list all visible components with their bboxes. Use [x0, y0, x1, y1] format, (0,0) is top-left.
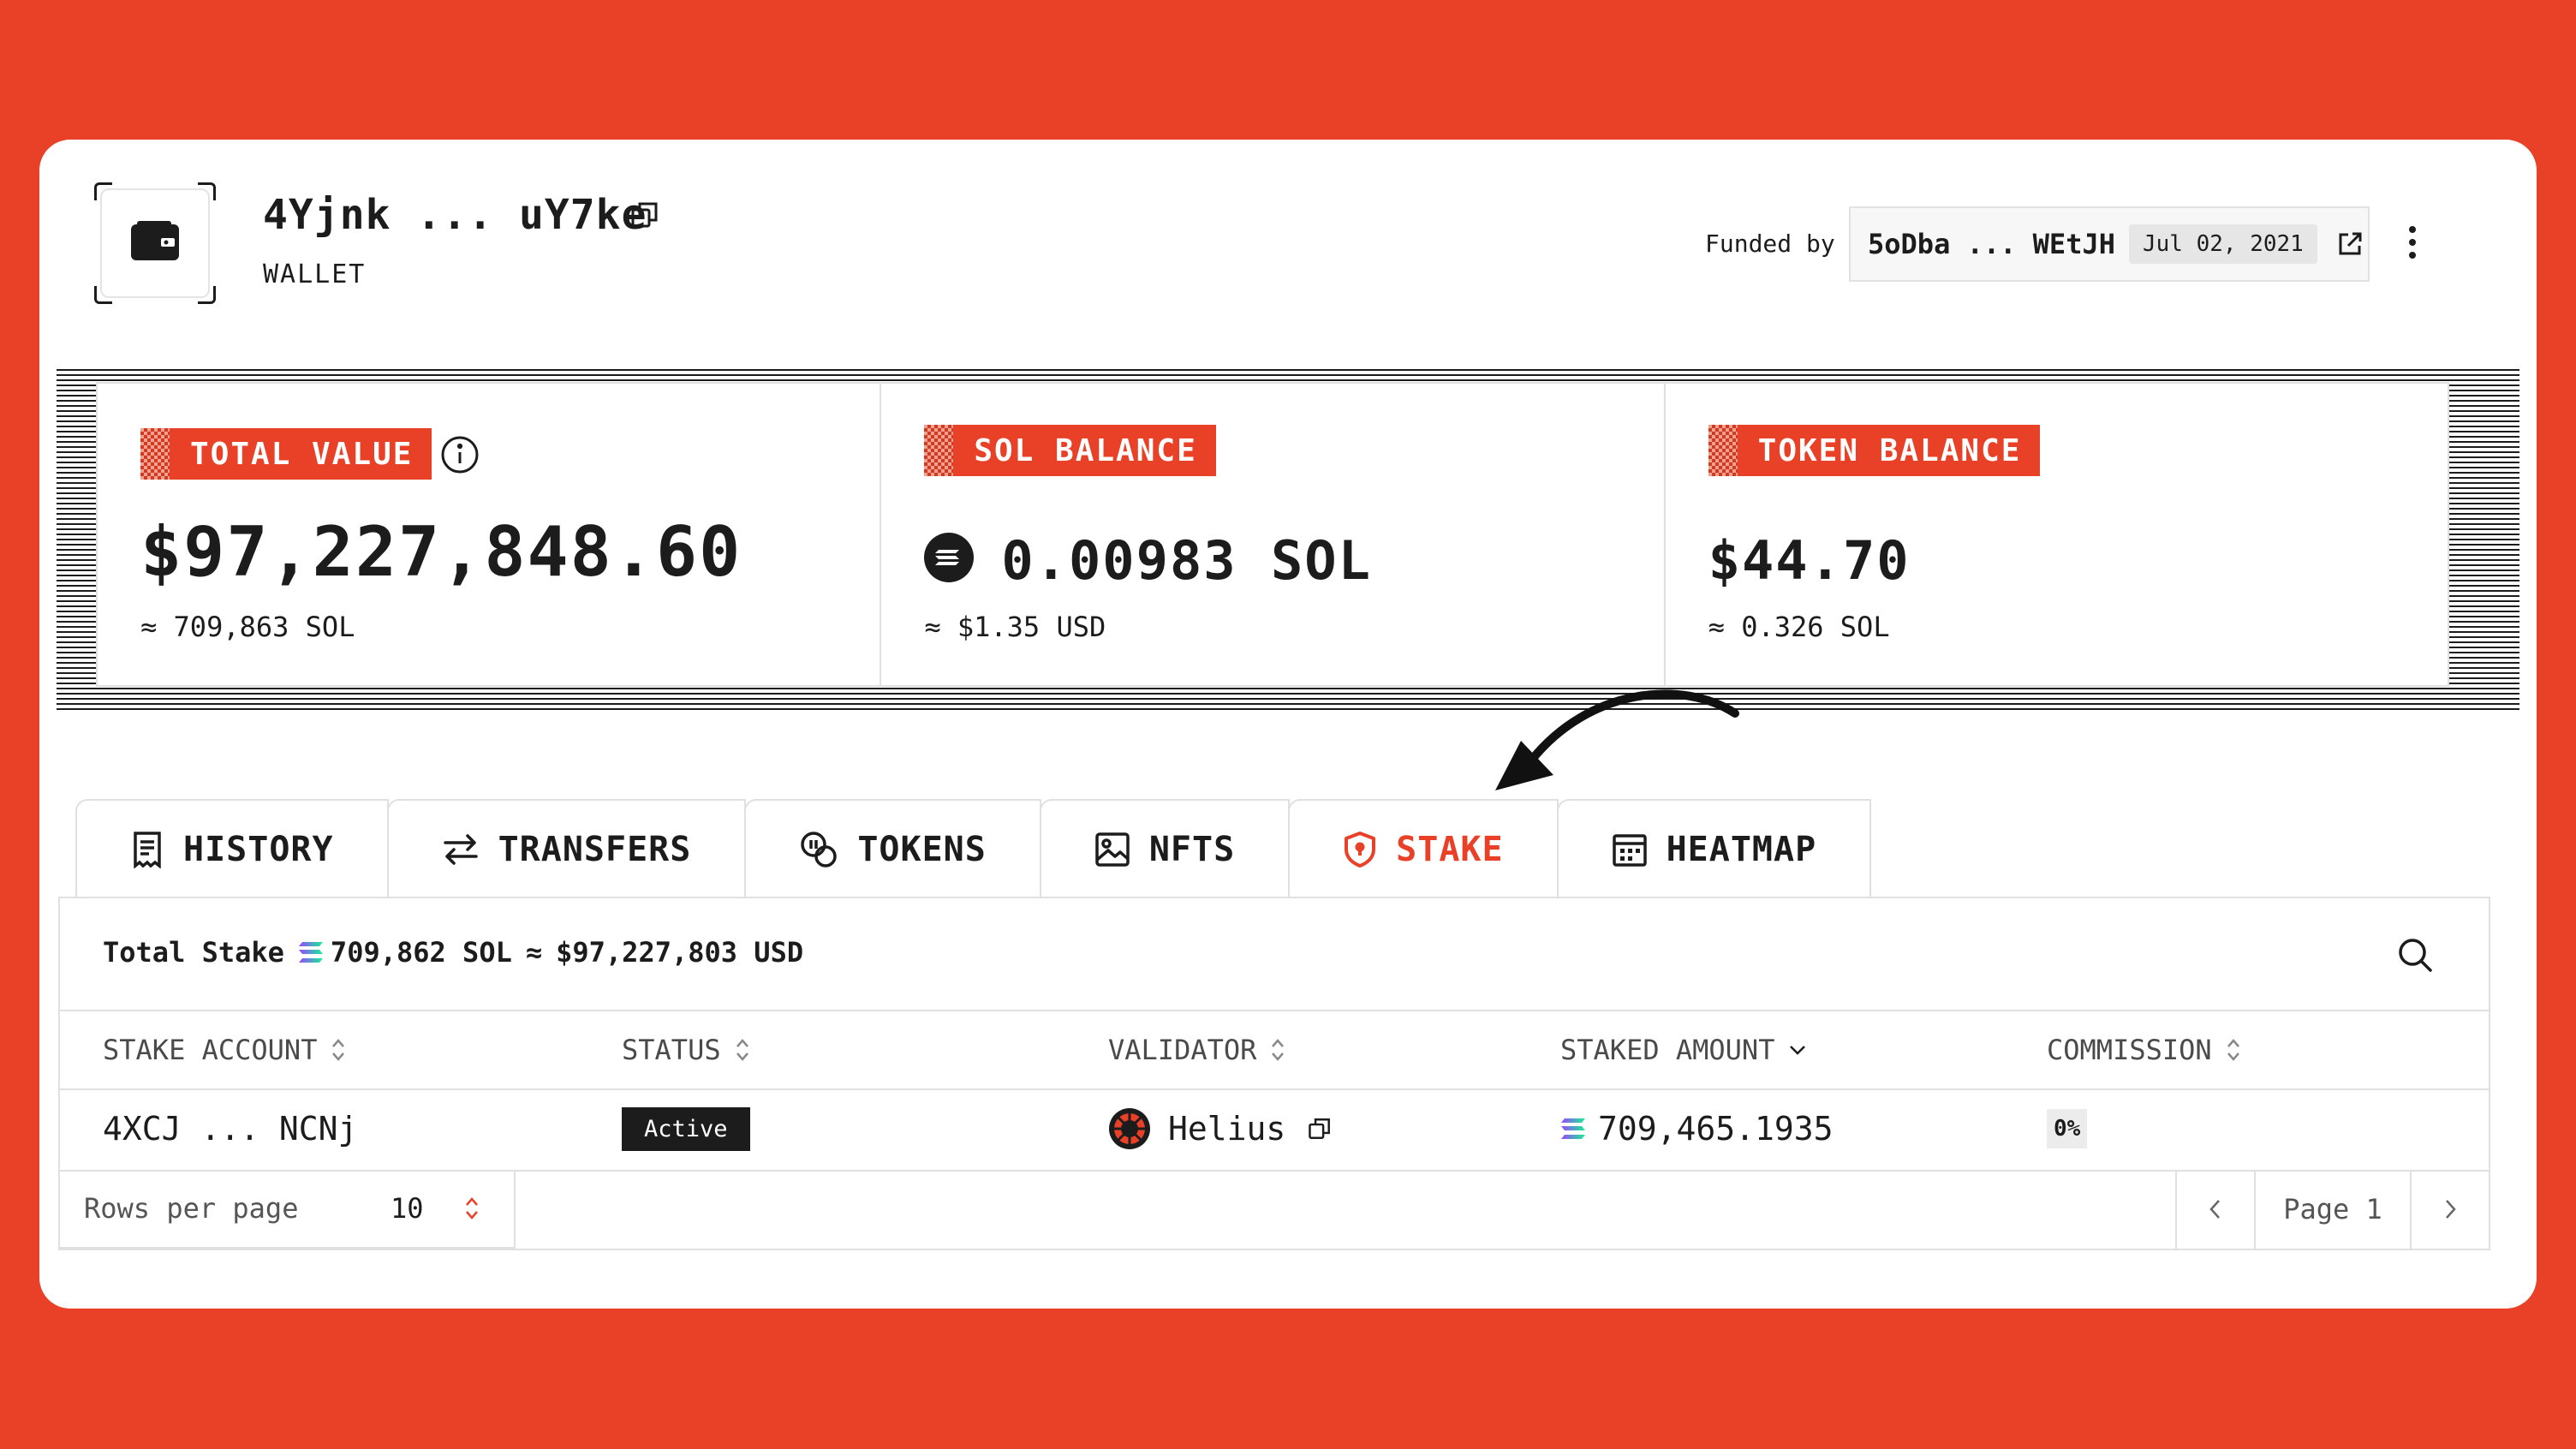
total-value-sol: ≈ 709,863 SOL	[140, 611, 355, 643]
validator-name: Helius	[1168, 1110, 1286, 1148]
column-staked-amount[interactable]: STAKED AMOUNT	[1560, 1034, 1807, 1066]
chevron-right-icon	[2446, 1200, 2456, 1219]
sol-balance-amount: 0.00983 SOL	[1001, 529, 1372, 592]
column-stake-account[interactable]: STAKE ACCOUNT	[103, 1034, 346, 1066]
receipt-icon	[130, 831, 164, 868]
stake-account-cell[interactable]: 4XCJ ... NCNj	[103, 1107, 357, 1150]
solana-icon	[924, 533, 975, 586]
stake-summary: Total Stake 709,862 SOL ≈ $97,227,803 US…	[60, 898, 2489, 1011]
rows-per-page[interactable]: Rows per page 10	[60, 1170, 516, 1249]
solana-gradient-icon	[1560, 1118, 1586, 1140]
curved-arrow-annotation	[1487, 679, 1744, 802]
wallet-address: 4Yjnk ... uY7ke	[263, 191, 647, 239]
staked-amount-cell: 709,465.1935	[1560, 1107, 1834, 1150]
funded-address[interactable]: 5oDba ... WEtJH	[1868, 228, 2115, 260]
rows-per-page-label: Rows per page	[84, 1192, 299, 1225]
total-value-card: TOTAL VALUE $97,227,848.60 ≈ 709,863 SOL	[98, 384, 882, 685]
table-row[interactable]: 4XCJ ... NCNj Active Helius 709,465.1935	[60, 1088, 2489, 1172]
sort-desc-icon	[1790, 1046, 1806, 1055]
chevron-updown-icon[interactable]	[464, 1196, 480, 1228]
token-balance-amount: $44.70	[1708, 529, 1911, 592]
tab-transfers[interactable]: TRANSFERS	[386, 799, 747, 898]
validator-logo	[1108, 1107, 1151, 1150]
tab-tokens[interactable]: TOKENS	[744, 799, 1041, 898]
page-indicator: Page 1	[2256, 1170, 2412, 1249]
more-options-icon[interactable]	[2408, 225, 2417, 263]
pagination: Page 1	[2175, 1170, 2489, 1250]
table-footer: Rows per page 10 Page 1	[60, 1170, 2489, 1250]
rows-per-page-value[interactable]: 10	[391, 1192, 424, 1225]
solana-gradient-icon	[298, 941, 324, 963]
wallet-avatar	[94, 182, 216, 304]
staked-amount-value: 709,465.1935	[1598, 1110, 1834, 1148]
commission-cell: 0%	[2047, 1107, 2088, 1150]
wallet-type-label: WALLET	[263, 259, 367, 289]
funded-by-label: Funded by	[1705, 230, 1835, 258]
next-page-button[interactable]	[2412, 1170, 2489, 1249]
total-stake-label: Total Stake	[103, 936, 284, 969]
total-stake-usd: $97,227,803 USD	[556, 936, 804, 969]
sol-balance-badge: SOL BALANCE	[924, 425, 1216, 476]
sort-icon	[2227, 1039, 2239, 1061]
tab-bar: HISTORY TRANSFERS TOKENS NFTS STAKE HEAT…	[75, 799, 1872, 898]
sort-icon	[332, 1039, 345, 1061]
column-commission[interactable]: COMMISSION	[2047, 1034, 2241, 1066]
image-icon	[1094, 832, 1130, 868]
wallet-icon	[130, 221, 180, 265]
total-stake-sol: 709,862 SOL	[330, 936, 512, 969]
previous-page-button[interactable]	[2177, 1170, 2256, 1249]
transfer-arrows-icon	[442, 832, 480, 867]
sol-balance-card: SOL BALANCE 0.00983 SOL ≈ $1.35 USD	[881, 384, 1666, 685]
calendar-icon	[1612, 832, 1648, 868]
balance-summary: TOTAL VALUE $97,227,848.60 ≈ 709,863 SOL…	[57, 369, 2519, 712]
shield-icon	[1343, 831, 1377, 868]
validator-cell[interactable]: Helius	[1108, 1107, 1332, 1150]
external-link-icon[interactable]	[2336, 230, 2364, 258]
tab-history[interactable]: HISTORY	[75, 799, 389, 898]
status-cell: Active	[622, 1106, 750, 1151]
token-balance-card: TOKEN BALANCE $44.70 ≈ 0.326 SOL	[1666, 384, 2448, 685]
funded-by-box[interactable]: 5oDba ... WEtJH Jul 02, 2021	[1849, 206, 2370, 282]
column-validator[interactable]: VALIDATOR	[1108, 1034, 1285, 1066]
tab-stake[interactable]: STAKE	[1288, 799, 1559, 898]
token-balance-badge: TOKEN BALANCE	[1708, 425, 2041, 476]
copy-icon[interactable]	[630, 200, 659, 233]
info-icon[interactable]	[440, 435, 480, 478]
total-value-amount: $97,227,848.60	[140, 512, 742, 592]
status-badge: Active	[622, 1106, 750, 1151]
token-balance-sol: ≈ 0.326 SOL	[1708, 611, 1890, 643]
wallet-card: 4Yjnk ... uY7ke WALLET Funded by 5oDba .…	[39, 140, 2537, 1309]
search-icon[interactable]	[2396, 936, 2434, 977]
commission-badge: 0%	[2047, 1109, 2088, 1148]
tab-nfts[interactable]: NFTS	[1039, 799, 1291, 898]
chevron-left-icon	[2209, 1200, 2220, 1219]
approx-symbol: ≈	[525, 936, 543, 969]
column-status[interactable]: STATUS	[622, 1034, 750, 1066]
sort-icon	[736, 1039, 748, 1061]
total-value-badge: TOTAL VALUE	[140, 428, 432, 480]
funded-date: Jul 02, 2021	[2128, 224, 2317, 264]
stake-table: Total Stake 709,862 SOL ≈ $97,227,803 US…	[58, 897, 2490, 1250]
sort-icon	[1272, 1039, 1285, 1061]
table-header: STAKE ACCOUNT STATUS VALIDATOR STAKED AM…	[60, 1010, 2489, 1090]
sol-balance-usd: ≈ $1.35 USD	[924, 611, 1106, 643]
copy-icon[interactable]	[1308, 1117, 1332, 1141]
tab-heatmap[interactable]: HEATMAP	[1556, 799, 1872, 898]
coins-icon	[799, 830, 838, 869]
